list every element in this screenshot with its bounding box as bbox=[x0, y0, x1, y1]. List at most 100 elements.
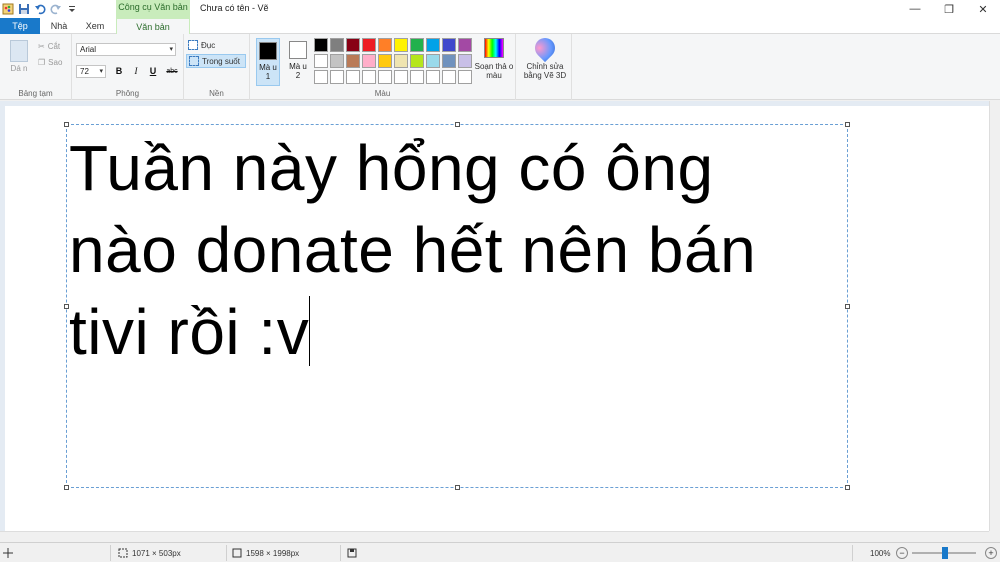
color-palette bbox=[314, 38, 478, 84]
cut-button[interactable]: ✂ Cắt bbox=[38, 40, 60, 52]
resize-handle[interactable] bbox=[845, 122, 850, 127]
palette-color-swatch[interactable] bbox=[378, 38, 392, 52]
transparent-icon bbox=[189, 56, 199, 66]
vertical-scrollbar[interactable] bbox=[989, 101, 1000, 531]
palette-color-swatch[interactable] bbox=[314, 70, 328, 84]
palette-color-swatch[interactable] bbox=[394, 70, 408, 84]
palette-color-swatch[interactable] bbox=[362, 54, 376, 68]
tab-view[interactable]: Xem bbox=[78, 18, 112, 34]
clipboard-group-label: Bảng tạm bbox=[18, 89, 53, 98]
edit-colors-button[interactable]: Soạn thả o màu bbox=[474, 38, 514, 80]
cursor-position-icon bbox=[3, 546, 13, 560]
customize-qat-icon[interactable] bbox=[66, 3, 78, 15]
zoom-slider-thumb[interactable] bbox=[942, 547, 948, 559]
palette-color-swatch[interactable] bbox=[442, 70, 456, 84]
palette-color-swatch[interactable] bbox=[346, 38, 360, 52]
edit-with-paint3d-button[interactable]: Chỉnh sửa bằng Vẽ 3D bbox=[520, 33, 570, 80]
palette-color-swatch[interactable] bbox=[314, 54, 328, 68]
status-divider bbox=[110, 545, 111, 561]
selection-size-value: 1071 × 503px bbox=[132, 548, 181, 558]
background-group: Đục Trong suốt Nền bbox=[184, 34, 250, 100]
undo-icon[interactable] bbox=[34, 3, 46, 15]
tab-file[interactable]: Tệp bbox=[0, 18, 40, 34]
palette-color-swatch[interactable] bbox=[394, 54, 408, 68]
opaque-option[interactable]: Đục bbox=[186, 38, 246, 52]
text-box[interactable]: Tuần này hổng có ông nào donate hết nên … bbox=[64, 122, 850, 490]
redo-icon[interactable] bbox=[50, 3, 62, 15]
tab-home[interactable]: Nhà bbox=[44, 18, 74, 34]
palette-color-swatch[interactable] bbox=[330, 54, 344, 68]
paint3d-icon bbox=[530, 33, 560, 63]
resize-handle[interactable] bbox=[845, 304, 850, 309]
color-2-swatch bbox=[289, 41, 307, 59]
status-divider bbox=[340, 545, 341, 561]
text-content[interactable]: Tuần này hổng có ông nào donate hết nên … bbox=[69, 127, 839, 373]
tab-text[interactable]: Văn bản bbox=[116, 18, 190, 35]
colors-group: Mà u 1 Mà u 2 Soạn thả o màu Màu bbox=[250, 34, 516, 100]
palette-color-swatch[interactable] bbox=[362, 38, 376, 52]
strikethrough-button[interactable]: abc bbox=[163, 65, 181, 78]
drawing-canvas[interactable]: Tuần này hổng có ông nào donate hết nên … bbox=[5, 106, 989, 531]
color-2-label: Mà u 2 bbox=[289, 62, 307, 80]
bold-button[interactable]: B bbox=[112, 65, 126, 78]
status-divider bbox=[852, 545, 853, 561]
title-bar: Công cụ Văn bản Chưa có tên - Vẽ — ❐ ✕ bbox=[0, 0, 1000, 18]
scissors-icon: ✂ bbox=[38, 41, 45, 51]
color-2-button[interactable]: Mà u 2 bbox=[286, 38, 310, 86]
paste-button[interactable]: Dá n bbox=[8, 40, 30, 80]
save-icon[interactable] bbox=[18, 3, 30, 15]
palette-color-swatch[interactable] bbox=[378, 54, 392, 68]
maximize-button[interactable]: ❐ bbox=[932, 0, 966, 18]
close-button[interactable]: ✕ bbox=[966, 0, 1000, 18]
palette-color-swatch[interactable] bbox=[346, 70, 360, 84]
paint3d-label: Chỉnh sửa bằng Vẽ 3D bbox=[523, 62, 567, 80]
palette-color-swatch[interactable] bbox=[426, 70, 440, 84]
color-1-button[interactable]: Mà u 1 bbox=[256, 38, 280, 86]
image-size-icon bbox=[232, 548, 242, 558]
minimize-button[interactable]: — bbox=[898, 0, 932, 18]
palette-color-swatch[interactable] bbox=[442, 54, 456, 68]
font-family-select[interactable]: Arial ▾ bbox=[76, 43, 176, 56]
palette-color-swatch[interactable] bbox=[346, 54, 360, 68]
palette-color-swatch[interactable] bbox=[426, 54, 440, 68]
palette-color-swatch[interactable] bbox=[458, 70, 472, 84]
palette-color-swatch[interactable] bbox=[442, 38, 456, 52]
palette-color-swatch[interactable] bbox=[410, 70, 424, 84]
paint-app-icon bbox=[2, 3, 14, 15]
text-line-1: Tuần này hổng có ông bbox=[69, 132, 714, 204]
palette-color-swatch[interactable] bbox=[458, 38, 472, 52]
palette-color-swatch[interactable] bbox=[410, 38, 424, 52]
zoom-in-button[interactable]: + bbox=[985, 547, 997, 559]
image-size-value: 1598 × 1998px bbox=[246, 548, 300, 558]
palette-color-swatch[interactable] bbox=[410, 54, 424, 68]
palette-color-swatch[interactable] bbox=[426, 38, 440, 52]
palette-color-swatch[interactable] bbox=[314, 38, 328, 52]
palette-color-swatch[interactable] bbox=[330, 38, 344, 52]
resize-handle[interactable] bbox=[845, 485, 850, 490]
zoom-out-button[interactable]: − bbox=[896, 547, 908, 559]
transparent-label: Trong suốt bbox=[202, 56, 240, 66]
background-group-label: Nền bbox=[209, 89, 224, 98]
font-group-label: Phông bbox=[115, 89, 140, 98]
palette-color-swatch[interactable] bbox=[458, 54, 472, 68]
resize-handle[interactable] bbox=[64, 485, 69, 490]
palette-color-swatch[interactable] bbox=[362, 70, 376, 84]
underline-button[interactable]: U bbox=[146, 65, 160, 78]
resize-handle[interactable] bbox=[455, 485, 460, 490]
italic-button[interactable]: I bbox=[129, 65, 143, 78]
copy-button[interactable]: ❐ Sao bbox=[38, 56, 62, 68]
context-tab-text-tools: Công cụ Văn bản bbox=[116, 0, 190, 18]
palette-color-swatch[interactable] bbox=[378, 70, 392, 84]
palette-color-swatch[interactable] bbox=[394, 38, 408, 52]
font-size-select[interactable]: 72 ▾ bbox=[76, 65, 106, 78]
color-spectrum-icon bbox=[484, 38, 504, 58]
palette-color-swatch[interactable] bbox=[330, 70, 344, 84]
clipboard-icon bbox=[10, 40, 28, 62]
horizontal-scrollbar[interactable] bbox=[0, 531, 989, 542]
workspace: Tuần này hổng có ông nào donate hết nên … bbox=[0, 101, 989, 531]
color-1-swatch bbox=[259, 42, 277, 60]
status-divider bbox=[226, 545, 227, 561]
chevron-down-icon: ▾ bbox=[169, 46, 173, 53]
paint-window: Công cụ Văn bản Chưa có tên - Vẽ — ❐ ✕ T… bbox=[0, 0, 1000, 562]
transparent-option[interactable]: Trong suốt bbox=[186, 54, 246, 68]
